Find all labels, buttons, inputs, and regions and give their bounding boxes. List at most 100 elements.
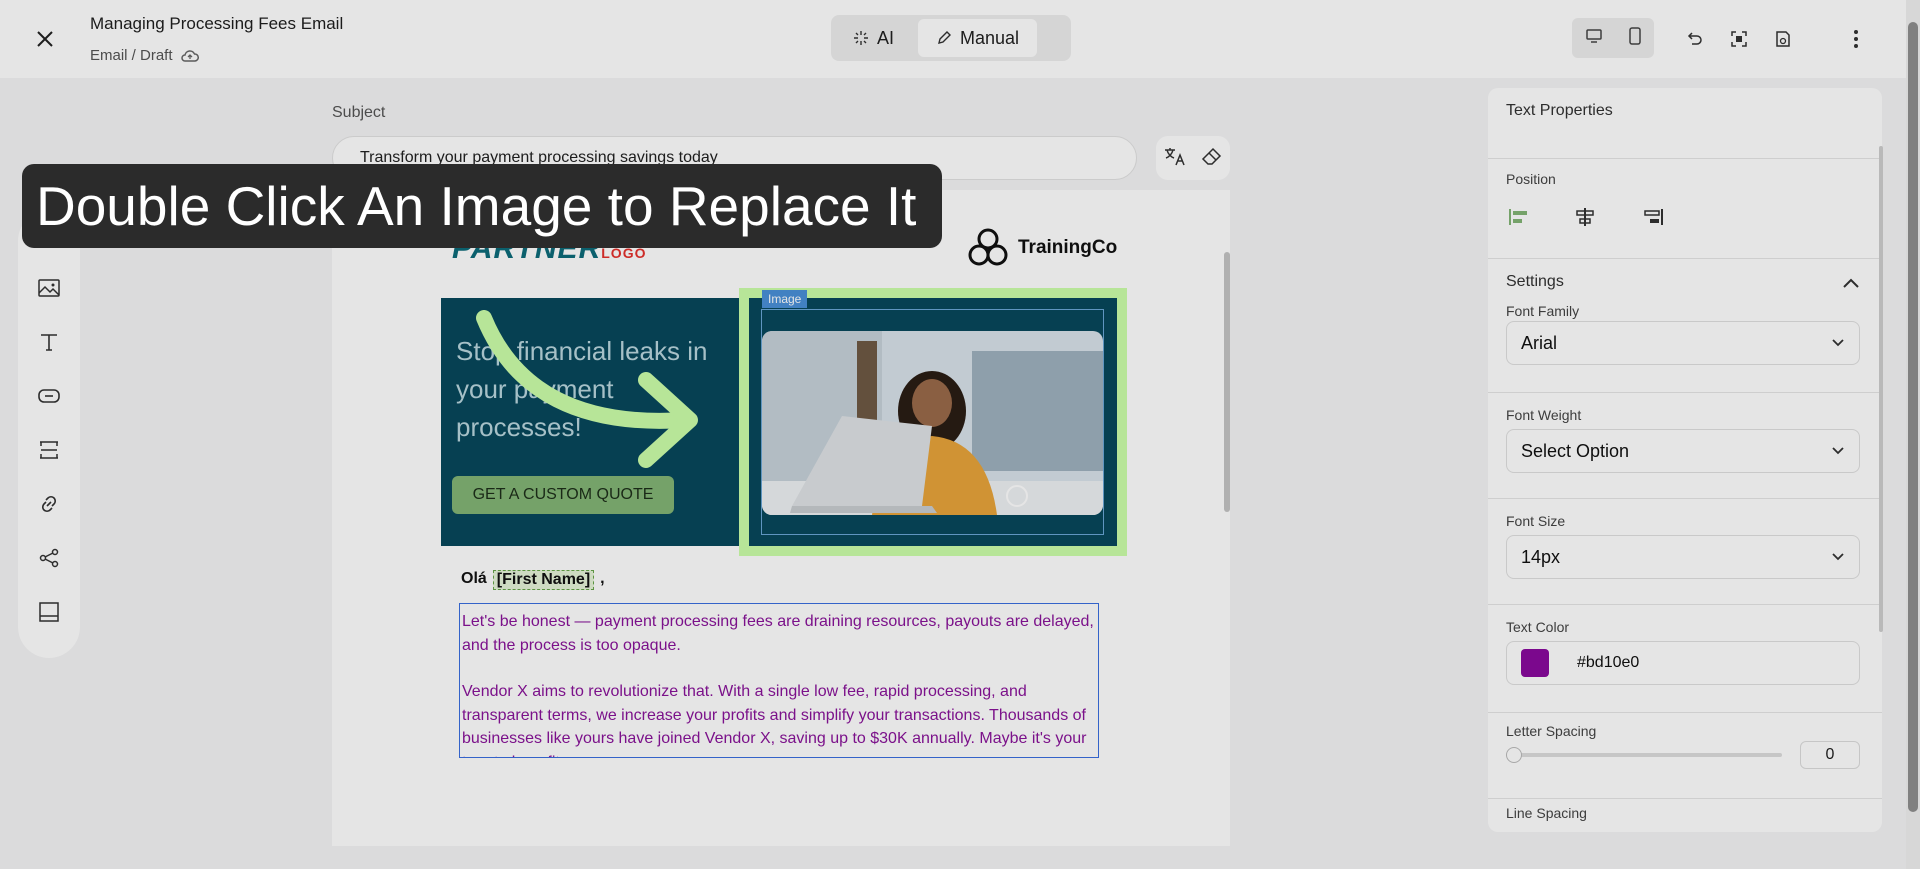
button-icon <box>38 389 60 403</box>
device-toggle <box>1572 18 1654 58</box>
chevron-up-icon <box>1843 278 1859 288</box>
more-options-button[interactable] <box>1841 24 1871 54</box>
fit-screen-button[interactable] <box>1724 24 1754 54</box>
close-icon <box>37 31 53 47</box>
font-family-label: Font Family <box>1506 303 1580 319</box>
translate-icon <box>1165 147 1185 165</box>
body-text-block[interactable]: Let's be honest — payment processing fee… <box>459 603 1099 758</box>
text-properties-panel: Text Properties Position Settings Font F… <box>1488 88 1882 832</box>
letter-spacing-section: Letter Spacing 0 <box>1488 712 1882 769</box>
first-name-merge-tag[interactable]: [First Name] <box>492 570 595 590</box>
chevron-down-icon <box>1832 339 1844 347</box>
font-size-label: Font Size <box>1506 513 1566 529</box>
curved-arrow-icon <box>476 310 698 468</box>
position-section: Position <box>1488 158 1882 258</box>
save-draft-button[interactable] <box>1768 24 1798 54</box>
translate-button[interactable] <box>1163 145 1187 172</box>
page-title: Managing Processing Fees Email <box>90 14 344 33</box>
text-color-value: #bd10e0 <box>1577 654 1640 671</box>
mode-toggle: AI Manual <box>831 15 1071 61</box>
window-scrollbar-thumb[interactable] <box>1908 22 1918 812</box>
text-block-button[interactable] <box>35 328 63 356</box>
clear-button[interactable] <box>1201 146 1223 171</box>
eraser-icon <box>1201 147 1222 165</box>
brand-logo[interactable]: TrainingCo <box>966 226 1117 270</box>
line-spacing-section: Line Spacing <box>1488 798 1882 832</box>
font-size-section: Font Size 14px <box>1488 498 1882 604</box>
letter-spacing-thumb[interactable] <box>1506 747 1522 763</box>
canvas-scrollbar[interactable] <box>1224 252 1230 512</box>
image-icon <box>38 279 60 297</box>
position-label: Position <box>1506 171 1556 187</box>
tooltip-text: Double Click An Image to Replace It <box>36 175 917 237</box>
color-swatch[interactable] <box>1521 649 1549 677</box>
font-weight-select[interactable]: Select Option <box>1506 429 1860 473</box>
breadcrumb-label: Email / Draft <box>90 47 173 64</box>
panel-title: Text Properties <box>1506 102 1613 119</box>
align-right-icon <box>1644 209 1663 225</box>
font-family-value: Arial <box>1521 332 1558 353</box>
text-color-section: Text Color #bd10e0 <box>1488 604 1882 712</box>
block-toolbar <box>18 210 80 658</box>
mobile-preview-button[interactable] <box>1628 26 1642 50</box>
align-right-button[interactable] <box>1640 204 1666 230</box>
desktop-preview-button[interactable] <box>1585 28 1603 49</box>
share-icon <box>39 548 59 568</box>
fit-screen-icon <box>1731 31 1747 47</box>
text-color-label: Text Color <box>1506 619 1570 635</box>
instruction-tooltip: Double Click An Image to Replace It <box>22 164 942 248</box>
custom-quote-button[interactable]: GET A CUSTOM QUOTE <box>452 476 674 514</box>
footer-icon <box>39 602 59 622</box>
link-icon <box>41 495 57 513</box>
social-block-button[interactable] <box>35 544 63 572</box>
cloud-icon <box>180 49 199 62</box>
font-weight-label: Font Weight <box>1506 407 1582 423</box>
font-size-select[interactable]: 14px <box>1506 535 1860 579</box>
greeting-prefix: Olá <box>461 570 487 587</box>
text-color-picker[interactable]: #bd10e0 <box>1506 641 1860 685</box>
align-left-icon <box>1509 209 1527 225</box>
subject-tools <box>1156 136 1230 180</box>
more-icon <box>1854 30 1858 48</box>
spacer-block-button[interactable] <box>35 436 63 464</box>
mode-ai-button[interactable]: AI <box>835 19 912 57</box>
footer-block-button[interactable] <box>35 598 63 626</box>
sparkle-icon <box>854 31 868 45</box>
button-block-button[interactable] <box>35 382 63 410</box>
letter-spacing-slider[interactable] <box>1506 753 1782 757</box>
greeting-line[interactable]: Olá [First Name] , <box>461 570 605 590</box>
save-draft-icon <box>1776 31 1790 47</box>
subject-label: Subject <box>332 104 386 121</box>
mode-ai-label: AI <box>877 27 895 48</box>
align-left-button[interactable] <box>1506 204 1532 230</box>
body-paragraph-1: Let's be honest — payment processing fee… <box>462 613 1094 654</box>
image-highlight-frame <box>739 288 1127 556</box>
close-button[interactable] <box>30 24 60 54</box>
image-block-button[interactable] <box>35 274 63 302</box>
undo-icon <box>1687 32 1702 45</box>
align-center-icon <box>1576 208 1594 226</box>
image-block-tag: Image <box>762 290 808 308</box>
align-center-button[interactable] <box>1572 204 1598 230</box>
font-weight-section: Font Weight Select Option <box>1488 392 1882 498</box>
mode-manual-label: Manual <box>960 27 1020 48</box>
chevron-down-icon <box>1832 553 1844 561</box>
mobile-icon <box>1628 26 1641 45</box>
body-paragraph-2: Vendor X aims to revolutionize that. Wit… <box>462 683 1087 757</box>
mode-manual-button[interactable]: Manual <box>918 19 1038 57</box>
font-weight-value: Select Option <box>1521 440 1630 461</box>
letter-spacing-value: 0 <box>1825 746 1835 763</box>
undo-button[interactable] <box>1679 24 1709 54</box>
chevron-down-icon <box>1832 447 1844 455</box>
link-block-button[interactable] <box>35 490 63 518</box>
pencil-icon <box>938 31 952 44</box>
line-spacing-label: Line Spacing <box>1506 805 1587 821</box>
greeting-suffix: , <box>600 570 605 587</box>
letter-spacing-input[interactable]: 0 <box>1800 741 1860 769</box>
breadcrumb: Email / Draft <box>90 47 199 64</box>
font-family-select[interactable]: Arial <box>1506 321 1860 365</box>
text-icon <box>41 334 57 351</box>
brand-name: TrainingCo <box>1018 237 1118 258</box>
settings-label: Settings <box>1506 273 1564 290</box>
panel-scrollbar[interactable] <box>1879 146 1883 632</box>
